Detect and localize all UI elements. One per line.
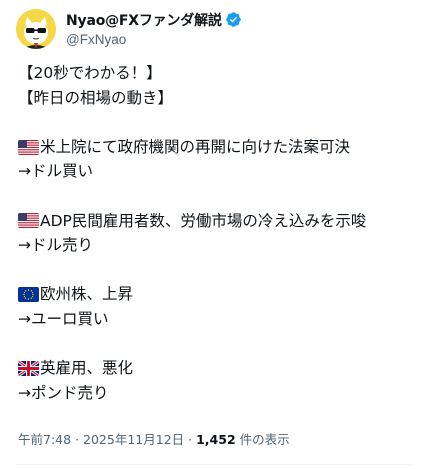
tweet-line: ADP民間雇用者数、労働市場の冷え込みを示唆	[18, 209, 418, 234]
tweet-line-text: 【20秒でわかる！】	[18, 64, 162, 82]
tweet-line: 欧州株、上昇	[18, 282, 418, 307]
tweet-line: →ポンド売り	[18, 381, 418, 406]
tweet-meta: 午前7:48 · 2025年11月12日 · 1,452 件の表示	[18, 430, 290, 450]
tweet-time[interactable]: 午前7:48	[18, 432, 71, 447]
tweet-date[interactable]: 2025年11月12日	[83, 432, 184, 447]
tweet-line: →ドル買い	[18, 159, 418, 184]
display-name[interactable]: Nyao@FXファンダ解説	[66, 10, 222, 30]
meta-separator: ·	[75, 432, 80, 447]
views-count: 1,452	[196, 432, 236, 447]
tweet-header: Nyao@FXファンダ解説 @FxNyao	[16, 9, 242, 49]
tweet-line: →ドル売り	[18, 233, 418, 258]
tweet-line: 英雇用、悪化	[18, 356, 418, 381]
verified-badge-icon[interactable]	[225, 11, 242, 28]
author-handle[interactable]: @FxNyao	[66, 30, 242, 49]
tweet-line: →ユーロ買い	[18, 307, 418, 332]
us-flag-icon	[18, 139, 39, 155]
tweet-line: 【昨日の相場の動き】	[18, 86, 418, 111]
divider	[16, 464, 413, 465]
tweet-line-text: 欧州株、上昇	[40, 285, 134, 304]
tweet-text: 【20秒でわかる！】 【昨日の相場の動き】 米上院にて政府機関の再開に向けた法案…	[18, 61, 418, 405]
us-flag-icon	[18, 213, 39, 229]
uk-flag-icon	[18, 360, 39, 376]
views-label: 件の表示	[239, 432, 290, 447]
avatar[interactable]	[16, 9, 56, 49]
eu-flag-icon	[18, 287, 39, 303]
tweet-line-text: →ポンド売り	[18, 383, 109, 402]
display-name-row: Nyao@FXファンダ解説	[66, 10, 242, 30]
meta-separator: ·	[188, 432, 193, 447]
tweet-line-text: →ドル買い	[18, 162, 93, 181]
tweet-line: 【20秒でわかる！】	[18, 61, 418, 86]
tweet-line: 米上院にて政府機関の再開に向けた法案可決	[18, 135, 418, 160]
author-names: Nyao@FXファンダ解説 @FxNyao	[66, 10, 242, 49]
tweet-line-text: 【昨日の相場の動き】	[18, 88, 174, 107]
tweet-line-text: 英雇用、悪化	[40, 359, 134, 378]
tweet-line-text: ADP民間雇用者数、労働市場の冷え込みを示唆	[40, 211, 367, 230]
tweet-line-text: →ドル売り	[18, 236, 93, 255]
tweet: Nyao@FXファンダ解説 @FxNyao 【20秒でわかる！】 【昨日の相場の…	[0, 0, 429, 469]
tweet-line-text: 米上院にて政府機関の再開に向けた法案可決	[40, 137, 351, 156]
tweet-line-text: →ユーロ買い	[18, 309, 109, 328]
